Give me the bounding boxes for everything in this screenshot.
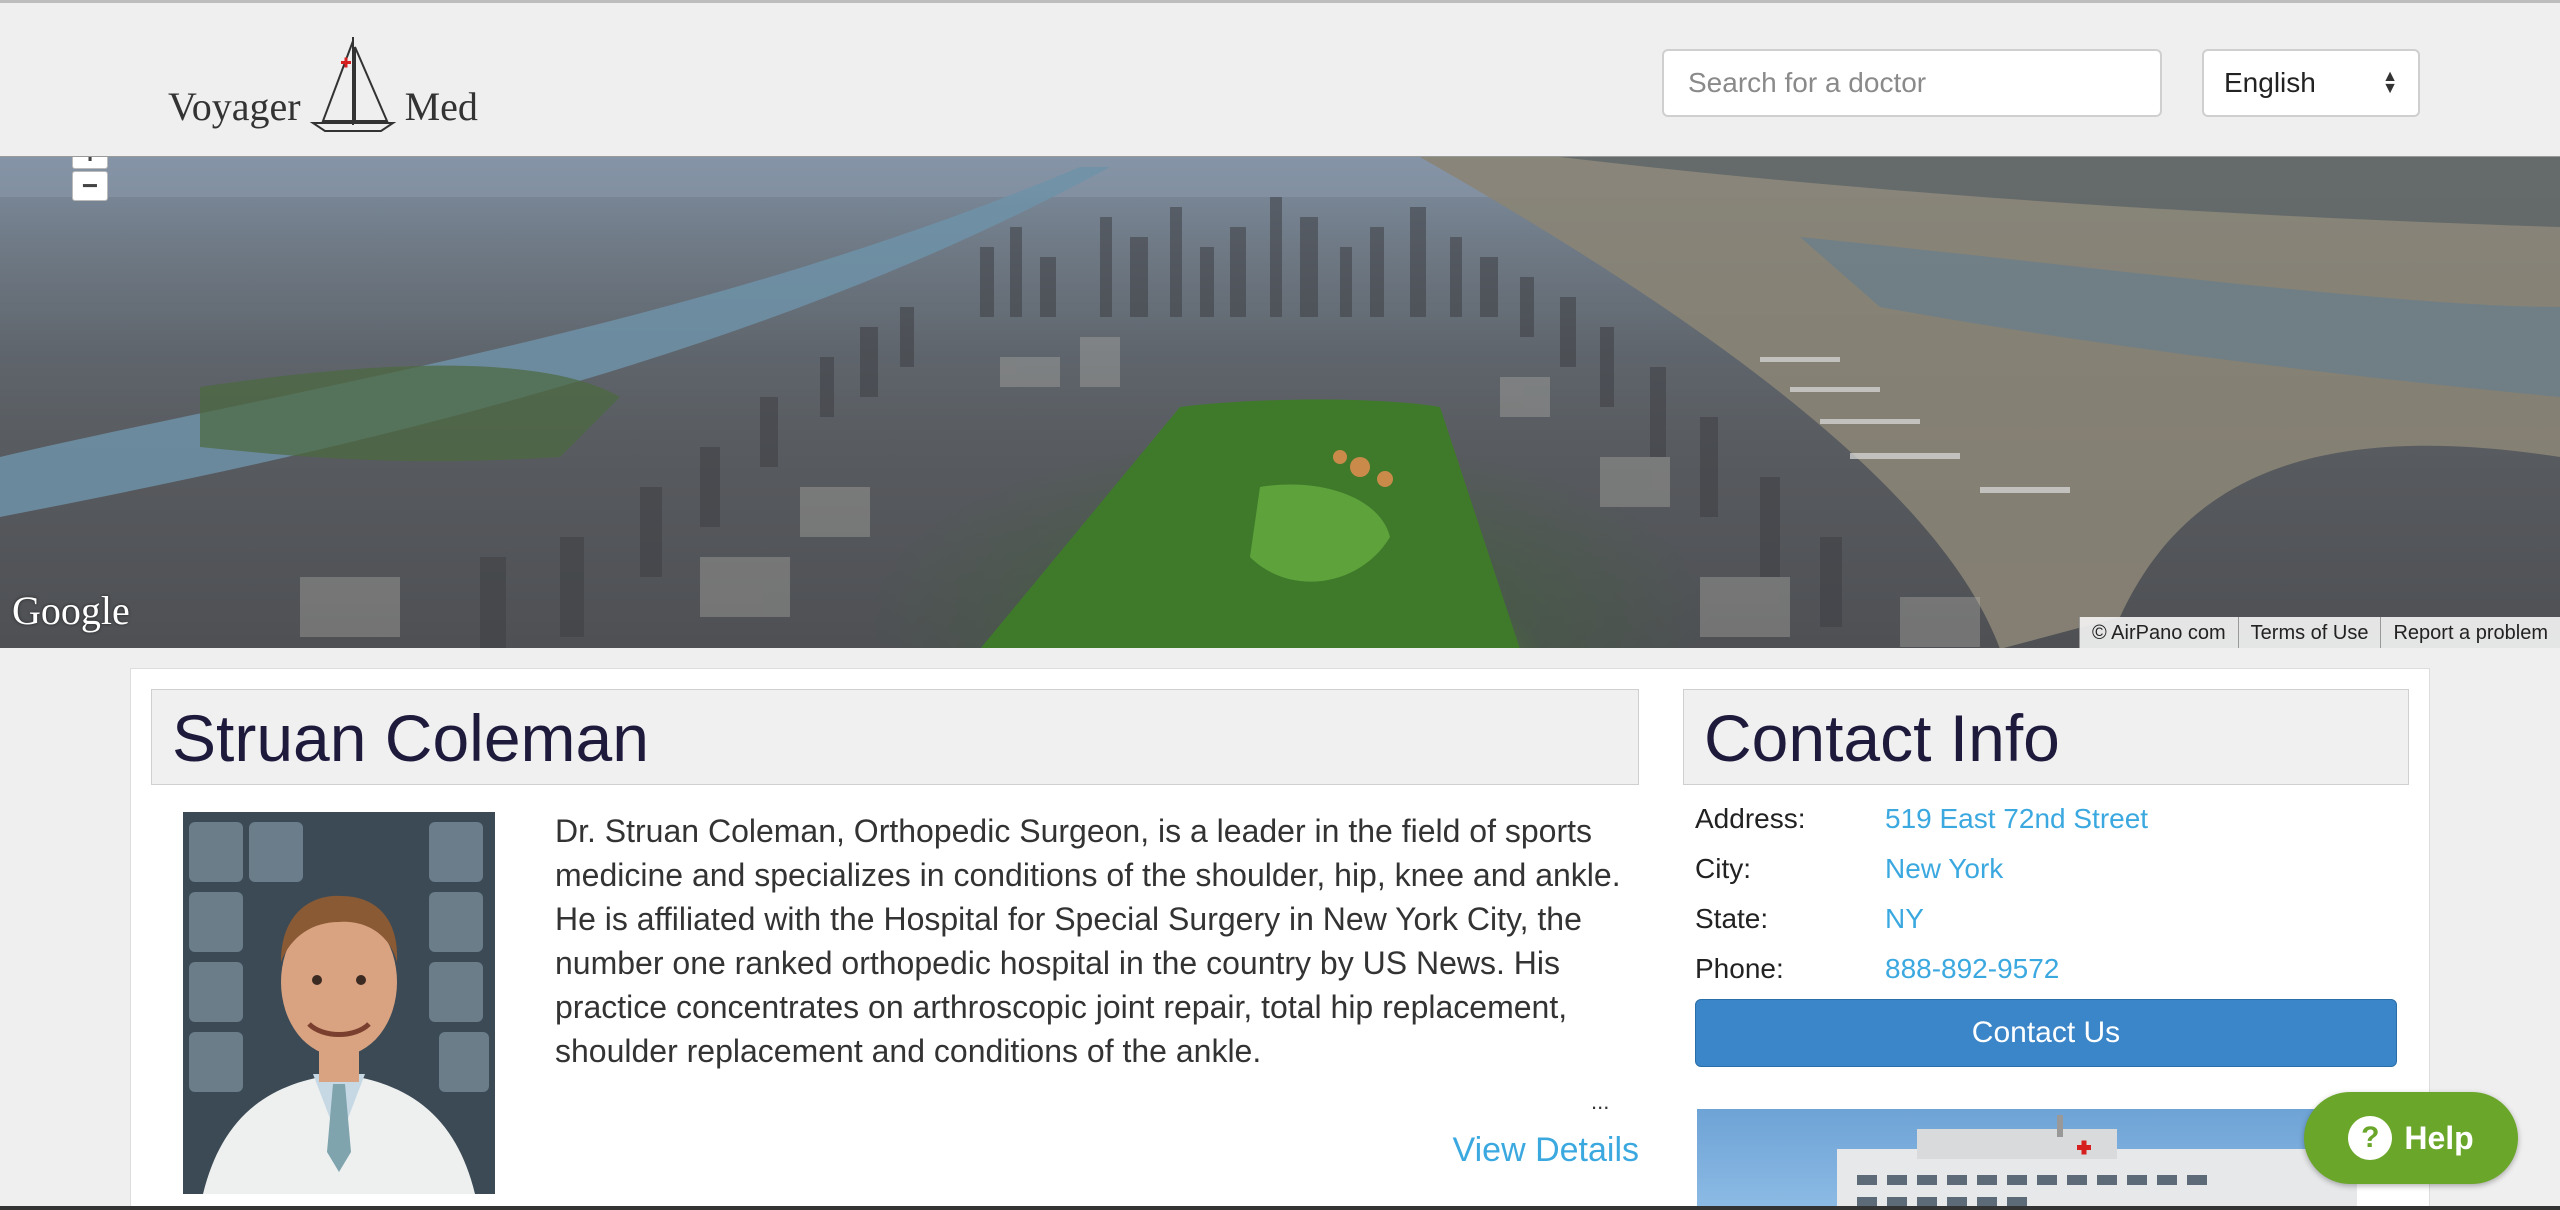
address-label: Address: xyxy=(1695,803,1806,834)
map-attribution: © AirPano com Terms of Use Report a prob… xyxy=(2078,617,2560,648)
zoom-out-button[interactable]: − xyxy=(72,171,108,201)
question-mark-icon: ? xyxy=(2348,1116,2393,1160)
language-select[interactable]: English ▲ ▼ xyxy=(2202,49,2420,117)
terms-of-use-link[interactable]: Terms of Use xyxy=(2237,617,2381,648)
address-row: Address: 519 East 72nd Street xyxy=(1695,803,2148,835)
report-problem-link[interactable]: Report a problem xyxy=(2380,617,2560,648)
city-label: City: xyxy=(1695,853,1751,884)
voyager-med-logo[interactable]: Voyager Med xyxy=(168,33,488,133)
logo-text-left: Voyager xyxy=(168,84,301,129)
contact-info-header: Contact Info xyxy=(1683,689,2409,785)
google-logo[interactable]: Google xyxy=(12,587,130,634)
state-label: State: xyxy=(1695,903,1769,934)
zoom-out-label: − xyxy=(81,170,99,201)
phone-value[interactable]: 888-892-9572 xyxy=(1885,953,2059,985)
language-select-value: English xyxy=(2224,67,2316,98)
street-view-panorama[interactable]: + − Google © AirPano com Terms of Use Re… xyxy=(0,156,2560,648)
doctor-name: Struan Coleman xyxy=(172,701,649,775)
phone-row: Phone: 888-892-9572 xyxy=(1695,953,2059,985)
window-bottom-edge xyxy=(0,1206,2560,1210)
bio-ellipsis: ... xyxy=(1591,1089,1610,1114)
sailboat-icon xyxy=(309,37,396,132)
city-row: City: New York xyxy=(1695,853,2003,885)
contact-us-button[interactable]: Contact Us xyxy=(1695,999,2397,1067)
state-value[interactable]: NY xyxy=(1885,903,1924,935)
airpano-credit: © AirPano com xyxy=(2078,617,2238,648)
doctor-bio: Dr. Struan Coleman, Orthopedic Surgeon, … xyxy=(555,813,1621,1069)
doctor-profile-card: Struan Coleman Dr. Struan Coleman, Ortho… xyxy=(130,668,2430,1210)
hospital-photo xyxy=(1697,1109,2357,1210)
help-button[interactable]: ? Help xyxy=(2304,1092,2518,1184)
doctor-search-input[interactable] xyxy=(1662,49,2162,117)
logo-text-right: Med xyxy=(404,84,478,129)
city-value[interactable]: New York xyxy=(1885,853,2003,885)
address-value[interactable]: 519 East 72nd Street xyxy=(1885,803,2148,835)
view-details-link[interactable]: View Details xyxy=(1453,1131,1639,1170)
phone-label: Phone: xyxy=(1695,953,1784,984)
zoom-in-button[interactable]: + xyxy=(72,157,108,169)
site-header: Voyager Med English ▲▼ xyxy=(0,0,2560,156)
doctor-photo xyxy=(183,812,495,1194)
city-aerial-image xyxy=(0,157,2560,648)
select-arrows-icon: ▲ ▼ xyxy=(2382,68,2398,97)
state-row: State: NY xyxy=(1695,903,1924,935)
doctor-name-header: Struan Coleman xyxy=(151,689,1639,785)
contact-info-title: Contact Info xyxy=(1704,701,2060,775)
help-label: Help xyxy=(2404,1119,2474,1156)
